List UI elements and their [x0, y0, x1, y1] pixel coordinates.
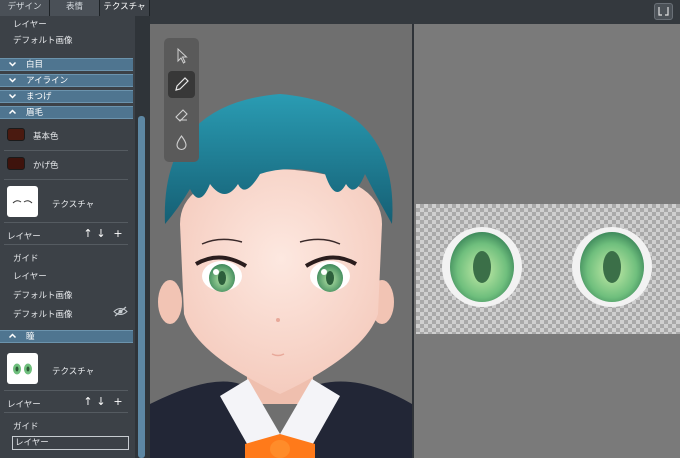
layer-item-layer[interactable]: レイヤー [13, 270, 47, 282]
section-header-white-eye[interactable]: 白目 [0, 58, 133, 71]
tab-texture[interactable]: テクスチャ [100, 0, 150, 16]
pupil-preview-icon [13, 363, 32, 375]
drawing-toolbar [164, 38, 199, 162]
layer-item-layer-selected[interactable]: レイヤー [12, 436, 129, 450]
layer-item-guide[interactable]: ガイド [13, 420, 39, 432]
section-header-pupil[interactable]: 瞳 [0, 330, 133, 343]
panel-content: レイヤー デフォルト画像 白目 アイライン まつげ 眉毛 基本色 かげ色 テクス… [0, 16, 135, 458]
add-layer-button[interactable]: + [112, 396, 124, 408]
base-color-label: 基本色 [33, 132, 59, 142]
section-header-eyelash[interactable]: まつげ [0, 90, 133, 103]
scrollbar[interactable] [135, 16, 150, 458]
view-header [150, 0, 680, 24]
list-item-default-image[interactable]: デフォルト画像 [0, 32, 133, 50]
divider [4, 412, 128, 413]
section-label: 白目 [26, 60, 44, 70]
texture-label: テクスチャ [52, 200, 95, 210]
texture-2d-view[interactable] [412, 24, 680, 458]
view-split-toggle-button[interactable] [654, 3, 673, 20]
chevron-up-icon [8, 331, 18, 343]
layer-item-default-image-2[interactable]: デフォルト画像 [13, 308, 73, 320]
iris-texture [442, 227, 652, 307]
visibility-hidden-icon[interactable] [113, 306, 128, 320]
split-view-icon [658, 7, 669, 16]
divider [4, 244, 128, 245]
section-label: 眉毛 [26, 108, 44, 118]
tab-design[interactable]: デザイン [0, 0, 50, 16]
pupil-texture-thumbnail[interactable] [7, 353, 38, 384]
scroll-thumb[interactable] [138, 116, 145, 458]
chevron-up-icon [8, 107, 18, 119]
section-label: まつげ [26, 92, 52, 102]
shadow-color-swatch[interactable] [7, 157, 25, 170]
pencil-icon[interactable] [168, 71, 195, 98]
section-label: アイライン [26, 76, 69, 86]
section-header-eyebrow[interactable]: 眉毛 [0, 106, 133, 119]
tab-bar: デザイン 表情 テクスチャ [0, 0, 150, 16]
texture-settings-panel: デザイン 表情 テクスチャ レイヤー デフォルト画像 白目 アイライン まつげ [0, 0, 150, 458]
fill-drop-icon[interactable] [168, 129, 195, 156]
section-label: 瞳 [26, 332, 35, 342]
move-down-button[interactable]: ↓ [95, 396, 107, 408]
select-arrow-icon[interactable] [168, 42, 195, 69]
section-header-eyeline[interactable]: アイライン [0, 74, 133, 87]
move-up-button[interactable]: ↑ [82, 228, 94, 240]
eyebrow-preview-icon [12, 200, 33, 204]
texture-label: テクスチャ [52, 367, 95, 377]
move-down-button[interactable]: ↓ [95, 228, 107, 240]
texture-canvas[interactable] [416, 204, 680, 334]
move-up-button[interactable]: ↑ [82, 396, 94, 408]
layer-item-guide[interactable]: ガイド [13, 252, 39, 264]
layer-item-default-image[interactable]: デフォルト画像 [13, 289, 73, 301]
chevron-down-icon [8, 91, 18, 103]
divider [4, 179, 128, 180]
eraser-icon[interactable] [168, 100, 195, 127]
layer-header-label: レイヤー [7, 232, 41, 242]
divider [4, 150, 128, 151]
divider [4, 390, 128, 391]
tab-expression[interactable]: 表情 [50, 0, 100, 16]
chevron-down-icon [8, 75, 18, 87]
add-layer-button[interactable]: + [112, 228, 124, 240]
divider [4, 222, 128, 223]
chevron-down-icon [8, 59, 18, 71]
shadow-color-label: かげ色 [33, 161, 59, 171]
eyebrow-texture-thumbnail[interactable] [7, 186, 38, 217]
base-color-swatch[interactable] [7, 128, 25, 141]
layer-header-label: レイヤー [7, 400, 41, 410]
